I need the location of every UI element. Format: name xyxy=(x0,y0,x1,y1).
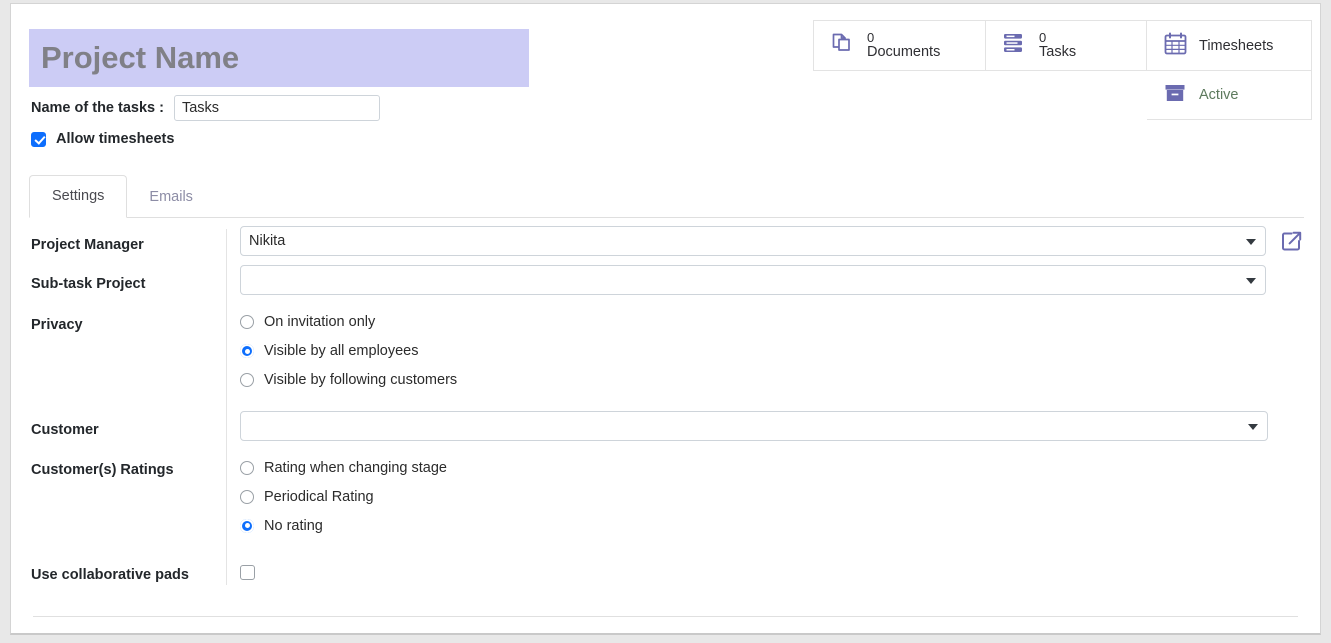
privacy-option-customers-label: Visible by following customers xyxy=(264,372,458,389)
timesheets-stat-button[interactable]: Timesheets xyxy=(1147,20,1312,71)
rating-radio-none[interactable] xyxy=(240,518,254,533)
documents-count: 0 xyxy=(867,29,875,45)
rating-radio-stage[interactable] xyxy=(240,460,254,475)
project-name-input[interactable] xyxy=(29,29,529,87)
privacy-radio-customers[interactable] xyxy=(240,373,254,388)
collaborative-pads-checkbox[interactable] xyxy=(240,565,255,581)
active-label: Active xyxy=(1199,87,1239,103)
project-manager-control: Nikita xyxy=(226,226,1303,256)
rating-option-periodical[interactable]: Periodical Rating xyxy=(240,482,1303,511)
field-customer: Customer xyxy=(31,410,1303,441)
tasks-stat-button[interactable]: 0 Tasks xyxy=(985,20,1147,71)
tasks-stat-text: 0 Tasks xyxy=(1039,29,1077,61)
task-name-label: Name of the tasks : xyxy=(31,100,164,116)
allow-timesheets-checkbox[interactable] xyxy=(31,131,46,147)
documents-label: Documents xyxy=(867,43,941,60)
sub-task-project-control xyxy=(226,265,1303,296)
tab-settings[interactable]: Settings xyxy=(29,175,128,218)
stat-buttons-group: 0 Documents 0 Tasks Timesheets Active xyxy=(813,20,1312,120)
project-manager-value: Nikita xyxy=(249,233,286,249)
privacy-option-employees[interactable]: Visible by all employees xyxy=(240,337,1303,366)
collaborative-pads-control xyxy=(226,556,1303,585)
privacy-option-employees-label: Visible by all employees xyxy=(264,343,419,360)
project-form-page: Name of the tasks : Allow timesheets 0 xyxy=(10,3,1321,635)
privacy-label: Privacy xyxy=(31,316,83,333)
calendar-icon xyxy=(1163,31,1188,61)
documents-stat-button[interactable]: 0 Documents xyxy=(813,20,985,71)
task-name-row: Name of the tasks : xyxy=(31,95,380,121)
tab-bar: Settings Emails xyxy=(29,170,1304,218)
rating-option-stage[interactable]: Rating when changing stage xyxy=(240,453,1303,482)
tasks-count: 0 xyxy=(1039,29,1047,45)
sub-task-project-label: Sub-task Project xyxy=(31,276,146,293)
right-stat-column: Timesheets Active xyxy=(1147,20,1312,120)
privacy-radio-employees[interactable] xyxy=(240,344,254,359)
privacy-radio-group: On invitation only Visible by all employ… xyxy=(226,306,1303,395)
field-collaborative-pads: Use collaborative pads xyxy=(31,556,1303,586)
privacy-option-invitation-label: On invitation only xyxy=(264,314,376,331)
tasks-list-icon xyxy=(1002,31,1028,60)
field-privacy: Privacy On invitation only Visible by al… xyxy=(31,306,1303,395)
customer-label: Customer xyxy=(31,421,99,438)
page-header: Name of the tasks : Allow timesheets 0 xyxy=(11,4,1320,154)
collaborative-pads-label: Use collaborative pads xyxy=(31,567,189,584)
documents-stat-text: 0 Documents xyxy=(867,29,941,61)
tab-emails[interactable]: Emails xyxy=(127,177,215,218)
external-link-icon[interactable] xyxy=(1280,230,1303,253)
rating-option-stage-label: Rating when changing stage xyxy=(264,459,447,476)
privacy-option-invitation[interactable]: On invitation only xyxy=(240,308,1303,337)
allow-timesheets-label: Allow timesheets xyxy=(56,131,175,147)
customer-control xyxy=(226,410,1303,441)
rating-option-none[interactable]: No rating xyxy=(240,511,1303,540)
archive-box-icon xyxy=(1163,82,1188,109)
allow-timesheets-row[interactable]: Allow timesheets xyxy=(31,131,174,147)
project-manager-select[interactable]: Nikita xyxy=(240,226,1266,256)
field-sub-task-project: Sub-task Project xyxy=(31,265,1303,296)
field-customer-ratings: Customer(s) Ratings Rating when changing… xyxy=(31,451,1303,540)
field-project-manager: Project Manager Nikita xyxy=(31,226,1303,256)
documents-icon xyxy=(830,30,856,61)
footer-divider xyxy=(33,616,1298,617)
customer-ratings-radio-group: Rating when changing stage Periodical Ra… xyxy=(226,451,1303,540)
customer-select[interactable] xyxy=(240,410,1268,441)
project-manager-label: Project Manager xyxy=(31,237,144,253)
timesheets-label: Timesheets xyxy=(1199,37,1274,54)
privacy-radio-invitation[interactable] xyxy=(240,315,254,330)
active-status-button[interactable]: Active xyxy=(1147,71,1312,120)
tasks-label: Tasks xyxy=(1039,43,1077,60)
task-name-input[interactable] xyxy=(173,95,380,121)
settings-form: Project Manager Nikita Sub-task Project … xyxy=(31,226,1303,587)
form-vertical-divider xyxy=(226,229,227,585)
rating-option-periodical-label: Periodical Rating xyxy=(264,488,374,505)
customer-ratings-label: Customer(s) Ratings xyxy=(31,462,174,479)
sub-task-project-select[interactable] xyxy=(240,265,1266,296)
privacy-option-customers[interactable]: Visible by following customers xyxy=(240,366,1303,395)
rating-radio-periodical[interactable] xyxy=(240,489,254,504)
rating-option-none-label: No rating xyxy=(264,517,323,534)
